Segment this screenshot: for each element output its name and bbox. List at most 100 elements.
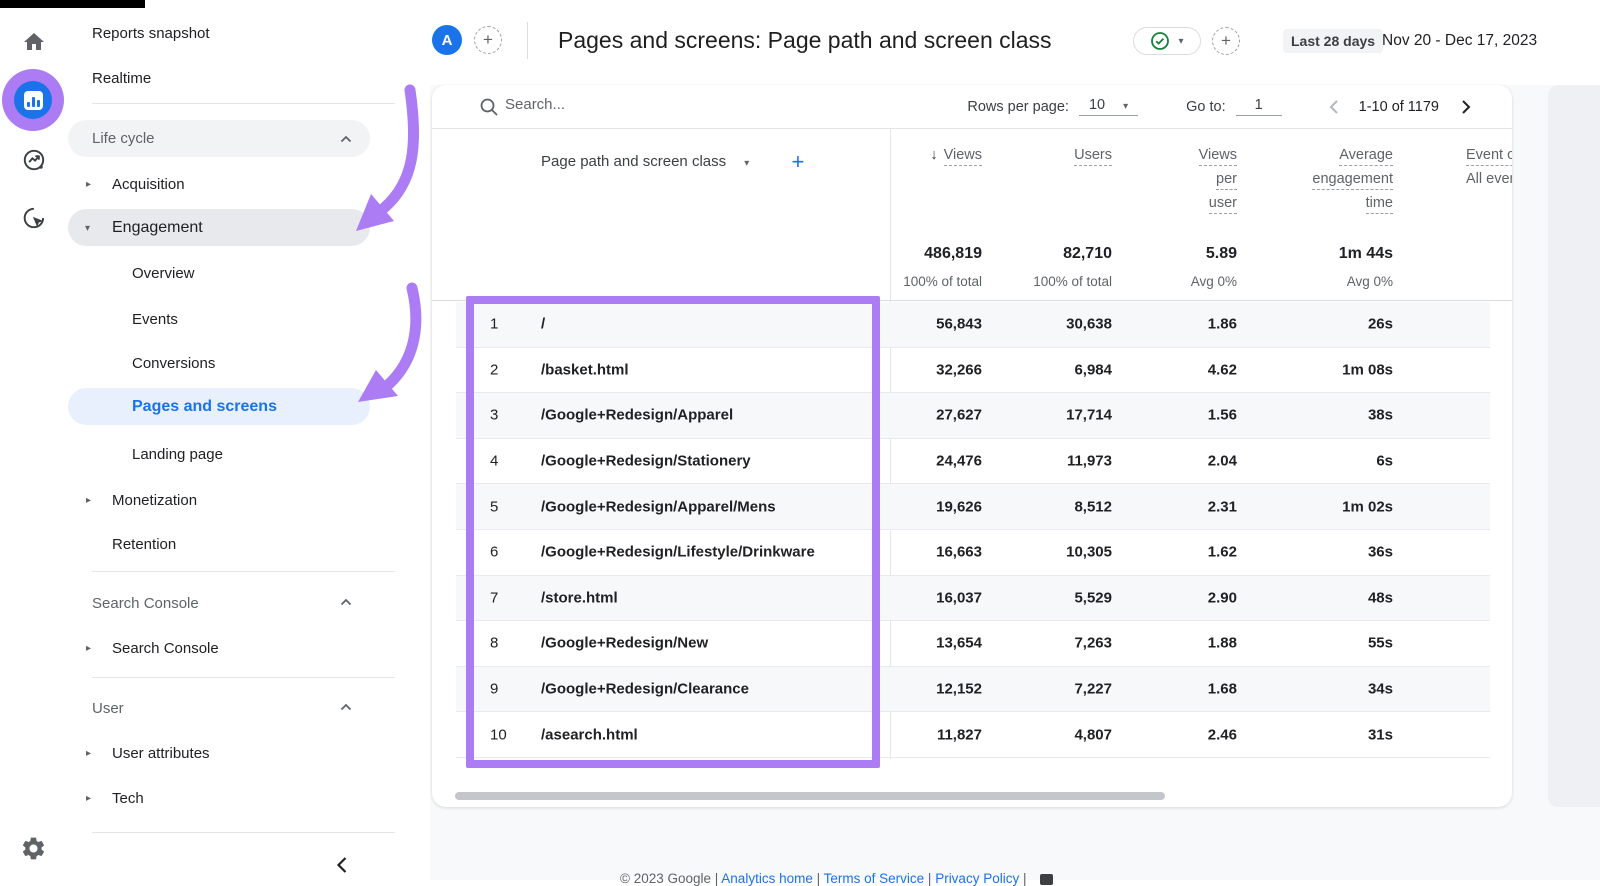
toolbar-divider [432, 128, 1512, 129]
row-rank: 4 [490, 452, 499, 470]
footer-link-privacy[interactable]: Privacy Policy [935, 871, 1019, 886]
dimension-header[interactable]: Page path and screen class ▾ + [541, 149, 804, 175]
row-views: 24,476 [936, 452, 982, 470]
check-circle-icon [1151, 32, 1170, 50]
footer-link-analytics-home[interactable]: Analytics home [721, 871, 813, 886]
row-users: 10,305 [1066, 543, 1112, 561]
horizontal-scrollbar[interactable] [455, 792, 1165, 800]
row-users: 4,807 [1074, 726, 1112, 744]
row-views: 27,627 [936, 406, 982, 424]
collapse-sidebar-icon[interactable] [335, 856, 349, 874]
row-rank: 3 [490, 406, 499, 424]
pagination-toolbar: Rows per page: 10 ▾ Go to: 1 1-10 of 117… [967, 85, 1472, 128]
caret-right-icon: ▸ [86, 793, 92, 804]
report-status-button[interactable]: ▾ [1133, 27, 1201, 55]
row-views-per-user: 1.62 [1207, 543, 1237, 561]
sidebar-item-realtime[interactable]: Realtime [92, 70, 151, 87]
row-page-path[interactable]: /Google+Redesign/Apparel [541, 407, 733, 424]
search-input[interactable]: Search... [505, 96, 565, 113]
sidebar-item-user-attributes[interactable]: ▸ User attributes [86, 745, 210, 762]
sidebar-item-acquisition[interactable]: ▸ Acquisition [86, 176, 185, 193]
rows-per-page-label: Rows per page: [967, 98, 1069, 115]
section-search-console[interactable]: Search Console [92, 595, 199, 612]
column-header-label: user [1208, 195, 1237, 214]
sidebar-item-search-console[interactable]: ▸ Search Console [86, 640, 219, 657]
column-header[interactable]: ↓ Views [930, 143, 982, 167]
row-page-path[interactable]: /Google+Redesign/Stationery [541, 453, 751, 470]
admin-gear-icon[interactable] [0, 835, 67, 862]
goto-input[interactable]: 1 [1235, 97, 1282, 116]
copyright: © 2023 Google [620, 871, 712, 886]
date-range[interactable]: Nov 20 - Dec 17, 2023 [1382, 29, 1537, 53]
sidebar-item-label: Engagement [112, 218, 203, 236]
chevron-up-icon[interactable] [340, 703, 352, 711]
next-page-icon[interactable] [1461, 99, 1472, 115]
row-avg-engagement-time: 1m 08s [1342, 361, 1393, 379]
row-page-path[interactable]: /Google+Redesign/Clearance [541, 681, 749, 698]
row-page-path[interactable]: / [541, 316, 545, 333]
column-header[interactable]: Average engagement time [1312, 143, 1393, 215]
date-range-preset[interactable]: Last 28 days [1283, 29, 1384, 53]
add-report-icon[interactable]: + [1212, 27, 1240, 55]
row-page-path[interactable]: /Google+Redesign/Apparel/Mens [541, 498, 776, 515]
sidebar-item-events[interactable]: Events [132, 311, 178, 328]
column-header-label: Views [943, 147, 982, 166]
row-page-path[interactable]: /Google+Redesign/Lifestyle/Drinkware [541, 544, 815, 561]
advertising-icon[interactable] [0, 205, 67, 231]
footer-link-terms[interactable]: Terms of Service [824, 871, 925, 886]
row-page-path[interactable]: /Google+Redesign/New [541, 635, 708, 652]
row-users: 7,227 [1074, 680, 1112, 698]
sidebar-item-retention[interactable]: Retention [112, 536, 176, 553]
sidebar-item-tech[interactable]: ▸ Tech [86, 790, 144, 807]
row-page-path[interactable]: /basket.html [541, 361, 629, 378]
row-users: 11,973 [1066, 452, 1112, 470]
total-subtext: 100% of total [903, 274, 982, 289]
column-header[interactable]: Users [1074, 143, 1112, 167]
sidebar-item-reports-snapshot[interactable]: Reports snapshot [92, 25, 210, 42]
row-avg-engagement-time: 31s [1367, 726, 1393, 744]
row-views: 13,654 [936, 634, 982, 652]
total-value: 5.89 [1205, 245, 1237, 262]
sidebar-item-landing-page[interactable]: Landing page [132, 446, 223, 463]
row-views-per-user: 1.88 [1207, 634, 1237, 652]
sidebar-item-label: User attributes [112, 745, 210, 762]
add-dimension-icon[interactable]: + [792, 149, 805, 174]
sidebar-item-monetization[interactable]: ▸ Monetization [86, 492, 197, 509]
caret-down-icon: ▾ [1178, 35, 1184, 47]
explore-icon[interactable] [0, 147, 67, 173]
chevron-up-icon[interactable] [340, 135, 352, 143]
sidebar-item-pages-and-screens[interactable]: Pages and screens [68, 388, 370, 425]
header-divider [527, 22, 528, 59]
row-views: 16,037 [936, 589, 982, 607]
row-users: 7,263 [1074, 634, 1112, 652]
chevron-up-icon[interactable] [340, 598, 352, 606]
row-avg-engagement-time: 36s [1367, 543, 1393, 561]
section-user[interactable]: User [92, 700, 124, 717]
rows-per-page-select[interactable]: 10 ▾ [1078, 97, 1139, 116]
ga4-pages-and-screens-report: { "rail": { "icons": ["home", "reports",… [0, 0, 1600, 886]
rows-per-page-value: 10 [1088, 97, 1106, 113]
row-views-per-user: 1.68 [1207, 680, 1237, 698]
sidebar-item-engagement[interactable]: ▾ Engagement [68, 209, 370, 246]
row-page-path[interactable]: /asearch.html [541, 726, 638, 743]
column-header-label: Average [1339, 147, 1393, 166]
row-page-path[interactable]: /store.html [541, 589, 618, 606]
previous-page-icon[interactable] [1328, 99, 1339, 115]
sidebar-item-overview[interactable]: Overview [132, 265, 195, 282]
add-comparison-icon[interactable]: + [474, 26, 502, 54]
screenshot-edge-artifact [0, 0, 145, 8]
column-subheader[interactable]: All events [1466, 171, 1512, 187]
column-header[interactable]: Views per user [1198, 143, 1237, 215]
column-header[interactable]: Event count All events [1466, 143, 1512, 191]
column-header-label: per [1216, 171, 1237, 190]
annotation-highlight-ring [2, 69, 64, 131]
section-life-cycle[interactable]: Life cycle [68, 120, 370, 157]
home-icon[interactable] [0, 30, 67, 54]
report-table-card: Search... Rows per page: 10 ▾ Go to: 1 1… [432, 85, 1512, 807]
row-rank: 2 [490, 361, 499, 379]
avatar[interactable]: A [432, 25, 462, 55]
table-rows: 1 / 56,843 30,638 1.86 26s 2/basket.html 32,266… [456, 302, 1490, 758]
feedback-flag-icon[interactable] [1040, 873, 1054, 885]
reports-icon[interactable] [14, 81, 52, 119]
sidebar-item-conversions[interactable]: Conversions [132, 355, 215, 372]
